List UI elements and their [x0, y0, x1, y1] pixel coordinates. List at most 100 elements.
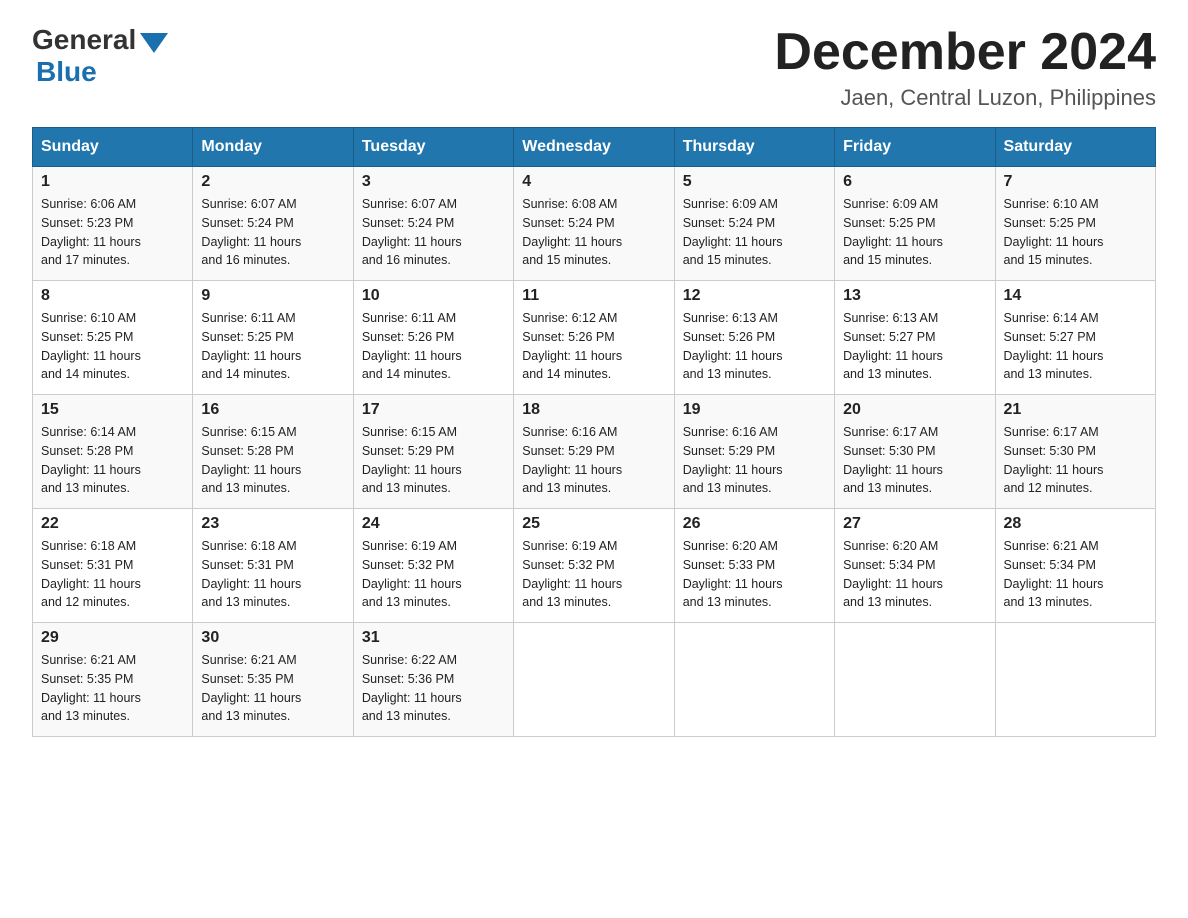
- day-number: 22: [41, 515, 184, 533]
- calendar-cell: [835, 623, 995, 737]
- calendar-cell: 27 Sunrise: 6:20 AM Sunset: 5:34 PM Dayl…: [835, 509, 995, 623]
- day-info: Sunrise: 6:21 AM Sunset: 5:35 PM Dayligh…: [201, 651, 344, 726]
- col-header-monday: Monday: [193, 128, 353, 167]
- calendar-cell: 7 Sunrise: 6:10 AM Sunset: 5:25 PM Dayli…: [995, 167, 1155, 281]
- day-number: 3: [362, 173, 505, 191]
- day-info: Sunrise: 6:10 AM Sunset: 5:25 PM Dayligh…: [41, 309, 184, 384]
- calendar-week-row: 1 Sunrise: 6:06 AM Sunset: 5:23 PM Dayli…: [33, 167, 1156, 281]
- day-number: 25: [522, 515, 665, 533]
- day-info: Sunrise: 6:12 AM Sunset: 5:26 PM Dayligh…: [522, 309, 665, 384]
- day-info: Sunrise: 6:10 AM Sunset: 5:25 PM Dayligh…: [1004, 195, 1147, 270]
- calendar-cell: 2 Sunrise: 6:07 AM Sunset: 5:24 PM Dayli…: [193, 167, 353, 281]
- day-info: Sunrise: 6:21 AM Sunset: 5:34 PM Dayligh…: [1004, 537, 1147, 612]
- day-info: Sunrise: 6:07 AM Sunset: 5:24 PM Dayligh…: [201, 195, 344, 270]
- day-info: Sunrise: 6:14 AM Sunset: 5:27 PM Dayligh…: [1004, 309, 1147, 384]
- calendar-cell: 15 Sunrise: 6:14 AM Sunset: 5:28 PM Dayl…: [33, 395, 193, 509]
- day-info: Sunrise: 6:13 AM Sunset: 5:27 PM Dayligh…: [843, 309, 986, 384]
- day-info: Sunrise: 6:16 AM Sunset: 5:29 PM Dayligh…: [683, 423, 826, 498]
- day-info: Sunrise: 6:11 AM Sunset: 5:25 PM Dayligh…: [201, 309, 344, 384]
- day-number: 20: [843, 401, 986, 419]
- day-number: 26: [683, 515, 826, 533]
- calendar-cell: 30 Sunrise: 6:21 AM Sunset: 5:35 PM Dayl…: [193, 623, 353, 737]
- day-info: Sunrise: 6:18 AM Sunset: 5:31 PM Dayligh…: [41, 537, 184, 612]
- calendar-cell: 12 Sunrise: 6:13 AM Sunset: 5:26 PM Dayl…: [674, 281, 834, 395]
- calendar-week-row: 22 Sunrise: 6:18 AM Sunset: 5:31 PM Dayl…: [33, 509, 1156, 623]
- day-info: Sunrise: 6:06 AM Sunset: 5:23 PM Dayligh…: [41, 195, 184, 270]
- logo-blue-text: Blue: [36, 56, 97, 88]
- calendar-cell: 8 Sunrise: 6:10 AM Sunset: 5:25 PM Dayli…: [33, 281, 193, 395]
- calendar-table: SundayMondayTuesdayWednesdayThursdayFrid…: [32, 127, 1156, 737]
- month-year-title: December 2024: [774, 24, 1156, 81]
- day-number: 11: [522, 287, 665, 305]
- calendar-cell: 22 Sunrise: 6:18 AM Sunset: 5:31 PM Dayl…: [33, 509, 193, 623]
- day-info: Sunrise: 6:15 AM Sunset: 5:29 PM Dayligh…: [362, 423, 505, 498]
- day-number: 9: [201, 287, 344, 305]
- day-info: Sunrise: 6:15 AM Sunset: 5:28 PM Dayligh…: [201, 423, 344, 498]
- day-info: Sunrise: 6:09 AM Sunset: 5:24 PM Dayligh…: [683, 195, 826, 270]
- col-header-tuesday: Tuesday: [353, 128, 513, 167]
- day-info: Sunrise: 6:08 AM Sunset: 5:24 PM Dayligh…: [522, 195, 665, 270]
- day-number: 19: [683, 401, 826, 419]
- col-header-thursday: Thursday: [674, 128, 834, 167]
- day-number: 8: [41, 287, 184, 305]
- day-info: Sunrise: 6:20 AM Sunset: 5:33 PM Dayligh…: [683, 537, 826, 612]
- col-header-wednesday: Wednesday: [514, 128, 674, 167]
- day-number: 7: [1004, 173, 1147, 191]
- logo-general-text: General: [32, 24, 136, 56]
- calendar-cell: 16 Sunrise: 6:15 AM Sunset: 5:28 PM Dayl…: [193, 395, 353, 509]
- day-number: 15: [41, 401, 184, 419]
- day-info: Sunrise: 6:11 AM Sunset: 5:26 PM Dayligh…: [362, 309, 505, 384]
- calendar-cell: [674, 623, 834, 737]
- calendar-cell: 24 Sunrise: 6:19 AM Sunset: 5:32 PM Dayl…: [353, 509, 513, 623]
- location-subtitle: Jaen, Central Luzon, Philippines: [774, 85, 1156, 111]
- calendar-cell: 18 Sunrise: 6:16 AM Sunset: 5:29 PM Dayl…: [514, 395, 674, 509]
- calendar-cell: 29 Sunrise: 6:21 AM Sunset: 5:35 PM Dayl…: [33, 623, 193, 737]
- day-info: Sunrise: 6:14 AM Sunset: 5:28 PM Dayligh…: [41, 423, 184, 498]
- calendar-cell: 4 Sunrise: 6:08 AM Sunset: 5:24 PM Dayli…: [514, 167, 674, 281]
- calendar-cell: 5 Sunrise: 6:09 AM Sunset: 5:24 PM Dayli…: [674, 167, 834, 281]
- day-number: 5: [683, 173, 826, 191]
- calendar-cell: 13 Sunrise: 6:13 AM Sunset: 5:27 PM Dayl…: [835, 281, 995, 395]
- calendar-header-row: SundayMondayTuesdayWednesdayThursdayFrid…: [33, 128, 1156, 167]
- day-number: 13: [843, 287, 986, 305]
- day-number: 6: [843, 173, 986, 191]
- logo: General Blue: [32, 24, 168, 88]
- calendar-cell: 3 Sunrise: 6:07 AM Sunset: 5:24 PM Dayli…: [353, 167, 513, 281]
- calendar-cell: 11 Sunrise: 6:12 AM Sunset: 5:26 PM Dayl…: [514, 281, 674, 395]
- calendar-cell: 23 Sunrise: 6:18 AM Sunset: 5:31 PM Dayl…: [193, 509, 353, 623]
- page-header: General Blue December 2024 Jaen, Central…: [32, 24, 1156, 111]
- calendar-cell: 10 Sunrise: 6:11 AM Sunset: 5:26 PM Dayl…: [353, 281, 513, 395]
- day-number: 24: [362, 515, 505, 533]
- day-info: Sunrise: 6:20 AM Sunset: 5:34 PM Dayligh…: [843, 537, 986, 612]
- calendar-cell: 21 Sunrise: 6:17 AM Sunset: 5:30 PM Dayl…: [995, 395, 1155, 509]
- day-number: 14: [1004, 287, 1147, 305]
- day-info: Sunrise: 6:17 AM Sunset: 5:30 PM Dayligh…: [843, 423, 986, 498]
- calendar-week-row: 8 Sunrise: 6:10 AM Sunset: 5:25 PM Dayli…: [33, 281, 1156, 395]
- day-number: 12: [683, 287, 826, 305]
- day-info: Sunrise: 6:13 AM Sunset: 5:26 PM Dayligh…: [683, 309, 826, 384]
- day-info: Sunrise: 6:22 AM Sunset: 5:36 PM Dayligh…: [362, 651, 505, 726]
- day-info: Sunrise: 6:19 AM Sunset: 5:32 PM Dayligh…: [362, 537, 505, 612]
- day-number: 10: [362, 287, 505, 305]
- calendar-cell: 25 Sunrise: 6:19 AM Sunset: 5:32 PM Dayl…: [514, 509, 674, 623]
- calendar-cell: 14 Sunrise: 6:14 AM Sunset: 5:27 PM Dayl…: [995, 281, 1155, 395]
- day-number: 18: [522, 401, 665, 419]
- calendar-week-row: 29 Sunrise: 6:21 AM Sunset: 5:35 PM Dayl…: [33, 623, 1156, 737]
- day-number: 16: [201, 401, 344, 419]
- day-info: Sunrise: 6:07 AM Sunset: 5:24 PM Dayligh…: [362, 195, 505, 270]
- calendar-cell: 26 Sunrise: 6:20 AM Sunset: 5:33 PM Dayl…: [674, 509, 834, 623]
- calendar-cell: [995, 623, 1155, 737]
- calendar-cell: 17 Sunrise: 6:15 AM Sunset: 5:29 PM Dayl…: [353, 395, 513, 509]
- calendar-cell: 1 Sunrise: 6:06 AM Sunset: 5:23 PM Dayli…: [33, 167, 193, 281]
- day-number: 29: [41, 629, 184, 647]
- calendar-week-row: 15 Sunrise: 6:14 AM Sunset: 5:28 PM Dayl…: [33, 395, 1156, 509]
- col-header-saturday: Saturday: [995, 128, 1155, 167]
- calendar-cell: 20 Sunrise: 6:17 AM Sunset: 5:30 PM Dayl…: [835, 395, 995, 509]
- day-number: 1: [41, 173, 184, 191]
- col-header-friday: Friday: [835, 128, 995, 167]
- title-block: December 2024 Jaen, Central Luzon, Phili…: [774, 24, 1156, 111]
- calendar-cell: 28 Sunrise: 6:21 AM Sunset: 5:34 PM Dayl…: [995, 509, 1155, 623]
- logo-arrow-icon: [140, 33, 168, 53]
- day-number: 30: [201, 629, 344, 647]
- calendar-cell: 9 Sunrise: 6:11 AM Sunset: 5:25 PM Dayli…: [193, 281, 353, 395]
